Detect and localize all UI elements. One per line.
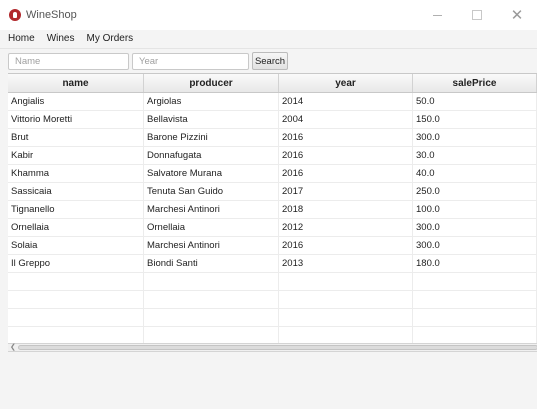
cell-producer: Bellavista bbox=[144, 111, 279, 128]
cell-name: Ornellaia bbox=[8, 219, 144, 236]
table-row[interactable]: Khamma Salvatore Murana 2016 40.0 bbox=[8, 165, 537, 183]
cell-saleprice: 100.0 bbox=[413, 201, 537, 218]
table-row[interactable]: Kabir Donnafugata 2016 30.0 bbox=[8, 147, 537, 165]
cell-year: 2014 bbox=[279, 93, 413, 110]
table-header: name producer year salePrice bbox=[8, 74, 537, 93]
menu-item-my-orders[interactable]: My Orders bbox=[80, 30, 139, 48]
maximize-icon bbox=[472, 10, 482, 20]
cell-saleprice: 40.0 bbox=[413, 165, 537, 182]
table-row[interactable]: Vittorio Moretti Bellavista 2004 150.0 bbox=[8, 111, 537, 129]
cell-producer: Barone Pizzini bbox=[144, 129, 279, 146]
cell-year: 2018 bbox=[279, 201, 413, 218]
search-toolbar: Search bbox=[0, 48, 537, 73]
column-header-name[interactable]: name bbox=[8, 74, 144, 92]
cell-year: 2016 bbox=[279, 237, 413, 254]
menu-bar: Home Wines My Orders bbox=[0, 30, 537, 48]
year-search-input[interactable] bbox=[132, 52, 249, 70]
cell-name: Sassicaia bbox=[8, 183, 144, 200]
cell-name: Il Greppo bbox=[8, 255, 144, 272]
column-header-year[interactable]: year bbox=[279, 74, 413, 92]
cell-producer: Biondi Santi bbox=[144, 255, 279, 272]
menu-item-home[interactable]: Home bbox=[2, 30, 41, 48]
empty-row bbox=[8, 309, 537, 327]
cell-saleprice: 300.0 bbox=[413, 237, 537, 254]
cell-producer: Ornellaia bbox=[144, 219, 279, 236]
cell-producer: Donnafugata bbox=[144, 147, 279, 164]
cell-producer: Argiolas bbox=[144, 93, 279, 110]
cell-producer: Tenuta San Guido bbox=[144, 183, 279, 200]
wines-table: name producer year salePrice Angialis Ar… bbox=[8, 73, 537, 352]
cell-year: 2004 bbox=[279, 111, 413, 128]
cell-year: 2016 bbox=[279, 165, 413, 182]
column-header-saleprice[interactable]: salePrice bbox=[413, 74, 537, 92]
cell-producer: Salvatore Murana bbox=[144, 165, 279, 182]
cell-name: Angialis bbox=[8, 93, 144, 110]
cell-saleprice: 30.0 bbox=[413, 147, 537, 164]
empty-row bbox=[8, 291, 537, 309]
table-row[interactable]: Angialis Argiolas 2014 50.0 bbox=[8, 93, 537, 111]
wineshop-window: WineShop ✕ Home Wines My Orders Search n… bbox=[0, 0, 537, 409]
cell-saleprice: 300.0 bbox=[413, 219, 537, 236]
cell-saleprice: 300.0 bbox=[413, 129, 537, 146]
window-controls: ✕ bbox=[417, 0, 537, 30]
window-title: WineShop bbox=[26, 9, 77, 21]
table-row[interactable]: Solaia Marchesi Antinori 2016 300.0 bbox=[8, 237, 537, 255]
cell-year: 2016 bbox=[279, 147, 413, 164]
cell-year: 2017 bbox=[279, 183, 413, 200]
table-row[interactable]: Tignanello Marchesi Antinori 2018 100.0 bbox=[8, 201, 537, 219]
cell-producer: Marchesi Antinori bbox=[144, 201, 279, 218]
table-row[interactable]: Sassicaia Tenuta San Guido 2017 250.0 bbox=[8, 183, 537, 201]
search-button[interactable]: Search bbox=[252, 52, 288, 70]
wine-logo-icon bbox=[9, 9, 21, 21]
cell-saleprice: 150.0 bbox=[413, 111, 537, 128]
column-header-producer[interactable]: producer bbox=[144, 74, 279, 92]
horizontal-scrollbar[interactable]: ❮ bbox=[8, 343, 537, 352]
cell-name: Brut bbox=[8, 129, 144, 146]
table-row[interactable]: Il Greppo Biondi Santi 2013 180.0 bbox=[8, 255, 537, 273]
table-row[interactable]: Ornellaia Ornellaia 2012 300.0 bbox=[8, 219, 537, 237]
cell-producer: Marchesi Antinori bbox=[144, 237, 279, 254]
minimize-button[interactable] bbox=[417, 0, 457, 30]
close-button[interactable]: ✕ bbox=[497, 0, 537, 30]
cell-saleprice: 180.0 bbox=[413, 255, 537, 272]
table-row[interactable]: Brut Barone Pizzini 2016 300.0 bbox=[8, 129, 537, 147]
menu-item-wines[interactable]: Wines bbox=[41, 30, 81, 48]
cell-name: Solaia bbox=[8, 237, 144, 254]
cell-name: Tignanello bbox=[8, 201, 144, 218]
empty-row bbox=[8, 273, 537, 291]
cell-saleprice: 50.0 bbox=[413, 93, 537, 110]
minimize-icon bbox=[432, 14, 442, 16]
title-bar[interactable]: WineShop ✕ bbox=[0, 0, 537, 30]
cell-saleprice: 250.0 bbox=[413, 183, 537, 200]
cell-name: Khamma bbox=[8, 165, 144, 182]
maximize-button[interactable] bbox=[457, 0, 497, 30]
scrollbar-thumb[interactable] bbox=[18, 345, 537, 350]
cell-year: 2016 bbox=[279, 129, 413, 146]
cell-year: 2013 bbox=[279, 255, 413, 272]
name-search-input[interactable] bbox=[8, 52, 129, 70]
cell-name: Kabir bbox=[8, 147, 144, 164]
chevron-left-icon[interactable]: ❮ bbox=[10, 344, 16, 352]
cell-year: 2012 bbox=[279, 219, 413, 236]
close-icon: ✕ bbox=[510, 7, 524, 24]
cell-name: Vittorio Moretti bbox=[8, 111, 144, 128]
